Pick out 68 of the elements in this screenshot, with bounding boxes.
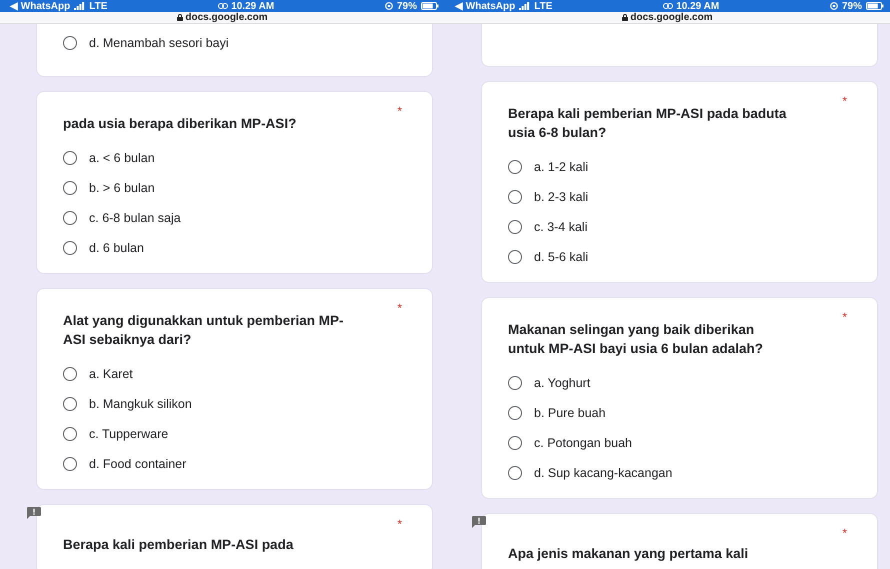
question-text: pada usia berapa diberikan MP-ASI? (63, 115, 298, 133)
question-text: Apa jenis makanan yang pertama kali (508, 545, 750, 563)
question-text: Alat yang digunakkan untuk pemberian MP-ASI sebaiknya dari? (63, 312, 345, 349)
option-label: a. 1-2 kali (534, 160, 588, 174)
feedback-icon[interactable] (472, 516, 486, 528)
question-text: Makanan selingan yang baik diberikan untuk MP-ASI bayi usia 6 bulan adalah? (508, 321, 764, 358)
radio-button[interactable] (63, 151, 77, 165)
radio-button[interactable] (63, 211, 77, 225)
address-bar-url[interactable]: docs.google.com (630, 12, 713, 23)
option-label: a. < 6 bulan (89, 151, 155, 165)
required-mark: * (842, 526, 847, 540)
back-to-app-link[interactable]: ◀ WhatsApp (10, 0, 70, 12)
radio-button[interactable] (63, 427, 77, 441)
required-mark: * (397, 301, 402, 315)
link-icon (218, 3, 228, 9)
radio-button[interactable] (63, 397, 77, 411)
radio-button[interactable] (63, 36, 77, 50)
option-label: a. Karet (89, 367, 133, 381)
option-label: d. Menambah sesori bayi (89, 36, 229, 50)
radio-button[interactable] (63, 457, 77, 471)
option-label: d. Food container (89, 457, 186, 471)
radio-button[interactable] (63, 367, 77, 381)
option-label: d. Sup kacang-kacangan (534, 466, 672, 480)
rotation-lock-icon (384, 2, 393, 10)
network-label: LTE (534, 0, 552, 12)
feedback-icon[interactable] (27, 507, 41, 519)
lock-icon (622, 14, 628, 21)
option-label: c. Potongan buah (534, 436, 632, 450)
radio-button[interactable] (508, 376, 522, 390)
clock-time: 10.29 AM (676, 0, 720, 12)
option-label: c. 3-4 kali (534, 220, 588, 234)
option-label: b. Pure buah (534, 406, 606, 420)
radio-button[interactable] (508, 466, 522, 480)
radio-button[interactable] (508, 406, 522, 420)
rotation-lock-icon (830, 2, 838, 10)
radio-button[interactable] (508, 436, 522, 450)
required-mark: * (397, 104, 402, 118)
battery-icon (866, 2, 884, 10)
signal-icon (519, 2, 530, 10)
option-label: d. 5-6 kali (534, 250, 588, 264)
clock-time: 10.29 AM (231, 0, 274, 12)
option-label: a. Yoghurt (534, 376, 590, 390)
option-label: c. Tupperware (89, 427, 168, 441)
required-mark: * (397, 517, 402, 531)
battery-percent: 79% (842, 0, 862, 12)
radio-button[interactable] (508, 220, 522, 234)
option-label: d. 6 bulan (89, 241, 144, 255)
option-label: b. Mangkuk silikon (89, 397, 192, 411)
radio-button[interactable] (63, 181, 77, 195)
radio-button[interactable] (508, 160, 522, 174)
option-label: c. 6-8 bulan saja (89, 211, 181, 225)
radio-button[interactable] (508, 250, 522, 264)
address-bar-url[interactable]: docs.google.com (185, 12, 268, 23)
question-text: Berapa kali pemberian MP-ASI pada baduta usia 6-8 bulan? (508, 105, 788, 142)
signal-icon (74, 2, 86, 10)
option-label: b. 2-3 kali (534, 190, 588, 204)
question-text: Berapa kali pemberian MP-ASI pada (63, 536, 294, 554)
battery-icon (421, 2, 439, 10)
network-label: LTE (89, 0, 108, 12)
lock-icon (177, 14, 184, 21)
radio-button[interactable] (508, 190, 522, 204)
link-icon (663, 3, 674, 9)
option-label: b. > 6 bulan (89, 181, 155, 195)
radio-button[interactable] (63, 241, 77, 255)
required-mark: * (842, 310, 847, 324)
required-mark: * (842, 94, 847, 108)
back-to-app-link[interactable]: ◀ WhatsApp (455, 0, 516, 12)
battery-percent: 79% (396, 0, 417, 12)
